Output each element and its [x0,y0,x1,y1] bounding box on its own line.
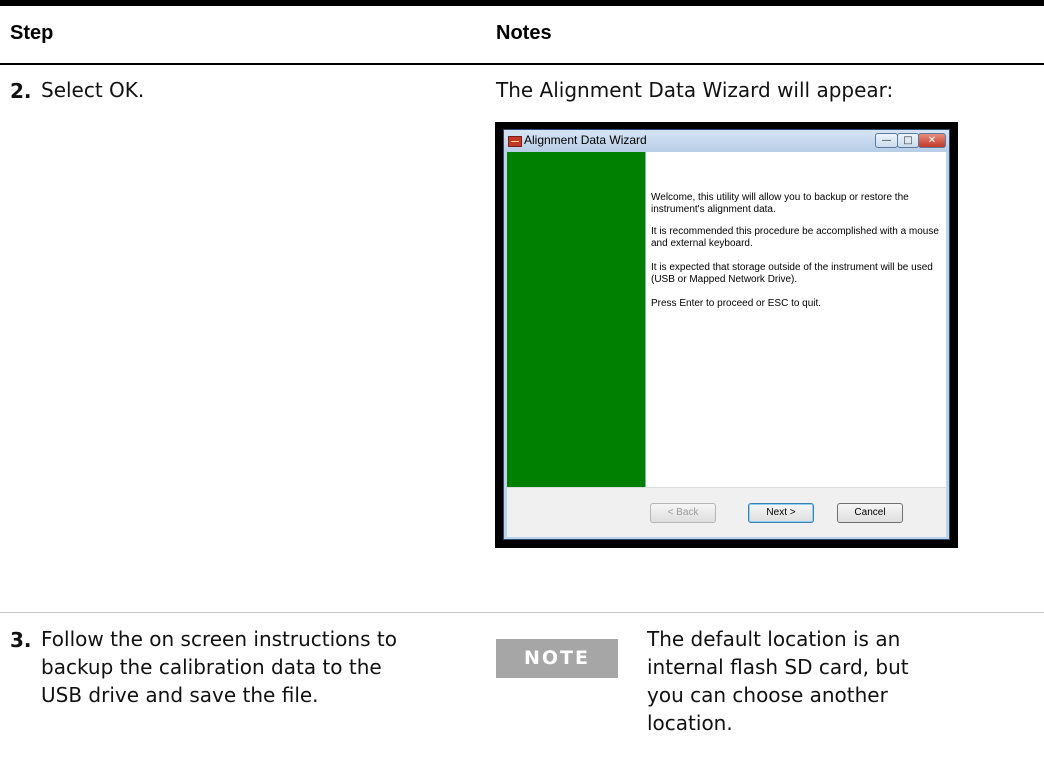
row-divider [0,612,1044,613]
wizard-paragraph: Welcome, this utility will allow you to … [651,192,909,215]
app-icon [508,136,522,147]
column-header-step: Step [10,22,54,44]
back-button[interactable]: < Back [650,503,716,523]
wizard-client-area: Welcome, this utility will allow you to … [507,152,946,537]
note-badge: NOTE [496,639,618,678]
step-text: Select OK. [41,78,145,102]
note-text: The default location is an internal flas… [647,627,909,735]
step-text: Follow the on screen instructions to bac… [41,627,397,707]
column-header-notes: Notes [496,22,552,44]
cancel-button[interactable]: Cancel [837,503,903,523]
maximize-button[interactable]: □ [897,133,919,148]
wizard-side-panel [507,152,646,487]
table-top-rule [0,0,1044,6]
notes-text: The Alignment Data Wizard will appear: [496,78,894,102]
close-button[interactable]: ✕ [918,133,946,148]
step-number: 3. [10,628,32,652]
wizard-paragraph: It is expected that storage outside of t… [651,262,933,285]
step-number: 2. [10,79,32,103]
wizard-title: Alignment Data Wizard [524,133,647,147]
minimize-button[interactable]: — [875,133,898,148]
wizard-titlebar[interactable]: Alignment Data Wizard — □ ✕ [504,130,949,152]
wizard-paragraph: It is recommended this procedure be acco… [651,226,939,249]
wizard-welcome-area: Welcome, this utility will allow you to … [646,152,946,487]
wizard-window: Alignment Data Wizard — □ ✕ Welcome, thi… [503,129,950,540]
header-rule [0,63,1044,65]
wizard-paragraph: Press Enter to proceed or ESC to quit. [651,298,822,309]
wizard-button-bar: < Back Next > Cancel [507,487,946,537]
next-button[interactable]: Next > [748,503,814,523]
